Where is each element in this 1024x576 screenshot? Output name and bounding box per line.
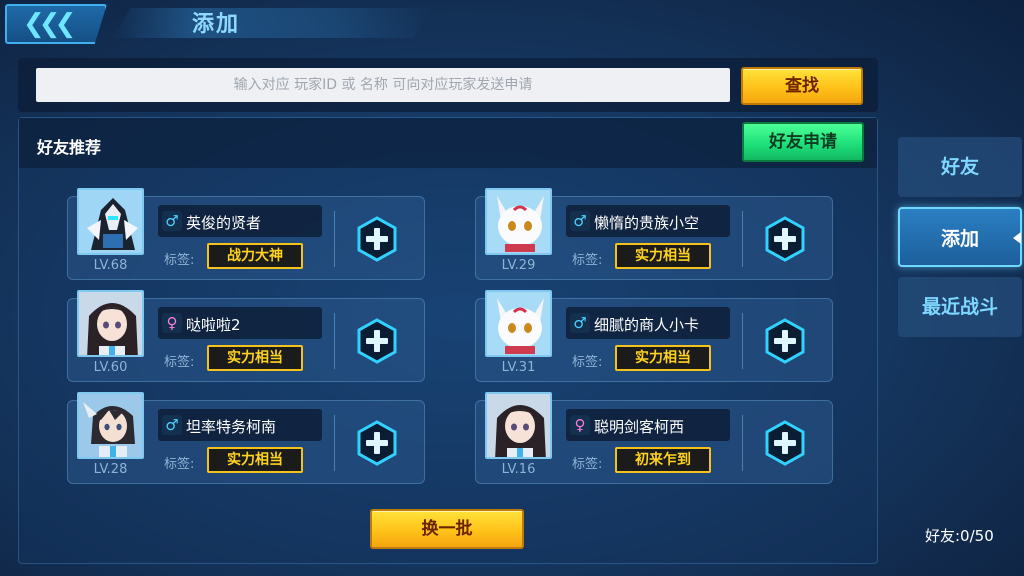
tab-friends[interactable]: 好友 — [898, 137, 1022, 197]
male-icon: ♂ — [570, 313, 590, 333]
divider — [334, 313, 335, 369]
player-name-box: ♂ 英俊的贤者 — [158, 205, 322, 237]
mecha-avatar[interactable] — [77, 188, 144, 255]
player-card: LV.31 ♂ 细腻的商人小卡 标签: 实力相当 — [475, 290, 833, 382]
plus-icon — [357, 420, 397, 466]
player-tag: 战力大神 — [207, 243, 303, 269]
friend-request-button[interactable]: 好友申请 — [742, 122, 864, 162]
player-level: LV.16 — [501, 462, 536, 477]
add-friend-button[interactable] — [356, 318, 398, 364]
search-button[interactable]: 查找 — [741, 67, 863, 105]
player-name-box: ♀ 聪明剑客柯西 — [566, 409, 730, 441]
player-name: 懒惰的贵族小空 — [594, 214, 700, 232]
tag-label: 标签: — [572, 253, 603, 268]
player-name-box: ♂ 细腻的商人小卡 — [566, 307, 730, 339]
player-tag: 初来乍到 — [615, 447, 711, 473]
player-name: 英俊的贤者 — [186, 214, 262, 232]
female-icon: ♀ — [162, 313, 182, 333]
add-friend-button[interactable] — [356, 216, 398, 262]
player-name-box: ♂ 懒惰的贵族小空 — [566, 205, 730, 237]
divider — [742, 415, 743, 471]
white-fox-avatar[interactable] — [485, 188, 552, 255]
girl-avatar[interactable] — [77, 290, 144, 357]
tag-label: 标签: — [164, 457, 195, 472]
player-name: 坦率特务柯南 — [186, 418, 277, 436]
player-card: LV.29 ♂ 懒惰的贵族小空 标签: 实力相当 — [475, 188, 833, 280]
player-tag: 实力相当 — [615, 243, 711, 269]
player-level: LV.60 — [93, 360, 128, 375]
search-input[interactable] — [36, 68, 730, 102]
male-icon: ♂ — [162, 415, 182, 435]
title-strip — [112, 8, 432, 38]
double-chevron-left-icon: ❮❮❮ — [23, 9, 76, 39]
female-icon: ♀ — [570, 415, 590, 435]
friend-count: 好友:0/50 — [925, 527, 994, 545]
plus-icon — [765, 318, 805, 364]
player-name: 聪明剑客柯西 — [594, 418, 685, 436]
plus-icon — [765, 216, 805, 262]
player-name: 细腻的商人小卡 — [594, 316, 700, 334]
back-button[interactable]: ❮❮❮ — [5, 4, 107, 44]
page-title: 添加 — [192, 12, 241, 37]
player-tag: 实力相当 — [207, 345, 303, 371]
player-card: LV.16 ♀ 聪明剑客柯西 标签: 初来乍到 — [475, 392, 833, 484]
tag-label: 标签: — [164, 253, 195, 268]
add-friend-button[interactable] — [764, 318, 806, 364]
add-friend-button[interactable] — [764, 420, 806, 466]
girl-avatar[interactable] — [485, 392, 552, 459]
recommend-title: 好友推荐 — [37, 138, 102, 157]
player-card: LV.68 ♂ 英俊的贤者 标签: 战力大神 — [67, 188, 425, 280]
tag-label: 标签: — [572, 457, 603, 472]
player-level: LV.31 — [501, 360, 536, 375]
tab-recent-battles[interactable]: 最近战斗 — [898, 277, 1022, 337]
male-icon: ♂ — [570, 211, 590, 231]
boy-avatar[interactable] — [77, 392, 144, 459]
tag-label: 标签: — [164, 355, 195, 370]
plus-icon — [357, 318, 397, 364]
white-fox-avatar[interactable] — [485, 290, 552, 357]
divider — [334, 211, 335, 267]
player-card: LV.60 ♀ 哒啦啦2 标签: 实力相当 — [67, 290, 425, 382]
refresh-button[interactable]: 换一批 — [370, 509, 524, 549]
player-tag: 实力相当 — [207, 447, 303, 473]
add-friend-button[interactable] — [356, 420, 398, 466]
player-level: LV.68 — [93, 258, 128, 273]
top-bar: ❮❮❮ 添加 — [0, 0, 1024, 48]
male-icon: ♂ — [162, 211, 182, 231]
divider — [742, 313, 743, 369]
player-level: LV.29 — [501, 258, 536, 273]
divider — [742, 211, 743, 267]
player-name-box: ♀ 哒啦啦2 — [158, 307, 322, 339]
player-card: LV.28 ♂ 坦率特务柯南 标签: 实力相当 — [67, 392, 425, 484]
plus-icon — [765, 420, 805, 466]
player-name: 哒啦啦2 — [186, 316, 241, 334]
player-name-box: ♂ 坦率特务柯南 — [158, 409, 322, 441]
add-friend-button[interactable] — [764, 216, 806, 262]
tab-add[interactable]: 添加 — [898, 207, 1022, 267]
tag-label: 标签: — [572, 355, 603, 370]
player-level: LV.28 — [93, 462, 128, 477]
plus-icon — [357, 216, 397, 262]
player-tag: 实力相当 — [615, 345, 711, 371]
active-tab-arrow-icon — [1013, 232, 1021, 244]
divider — [334, 415, 335, 471]
